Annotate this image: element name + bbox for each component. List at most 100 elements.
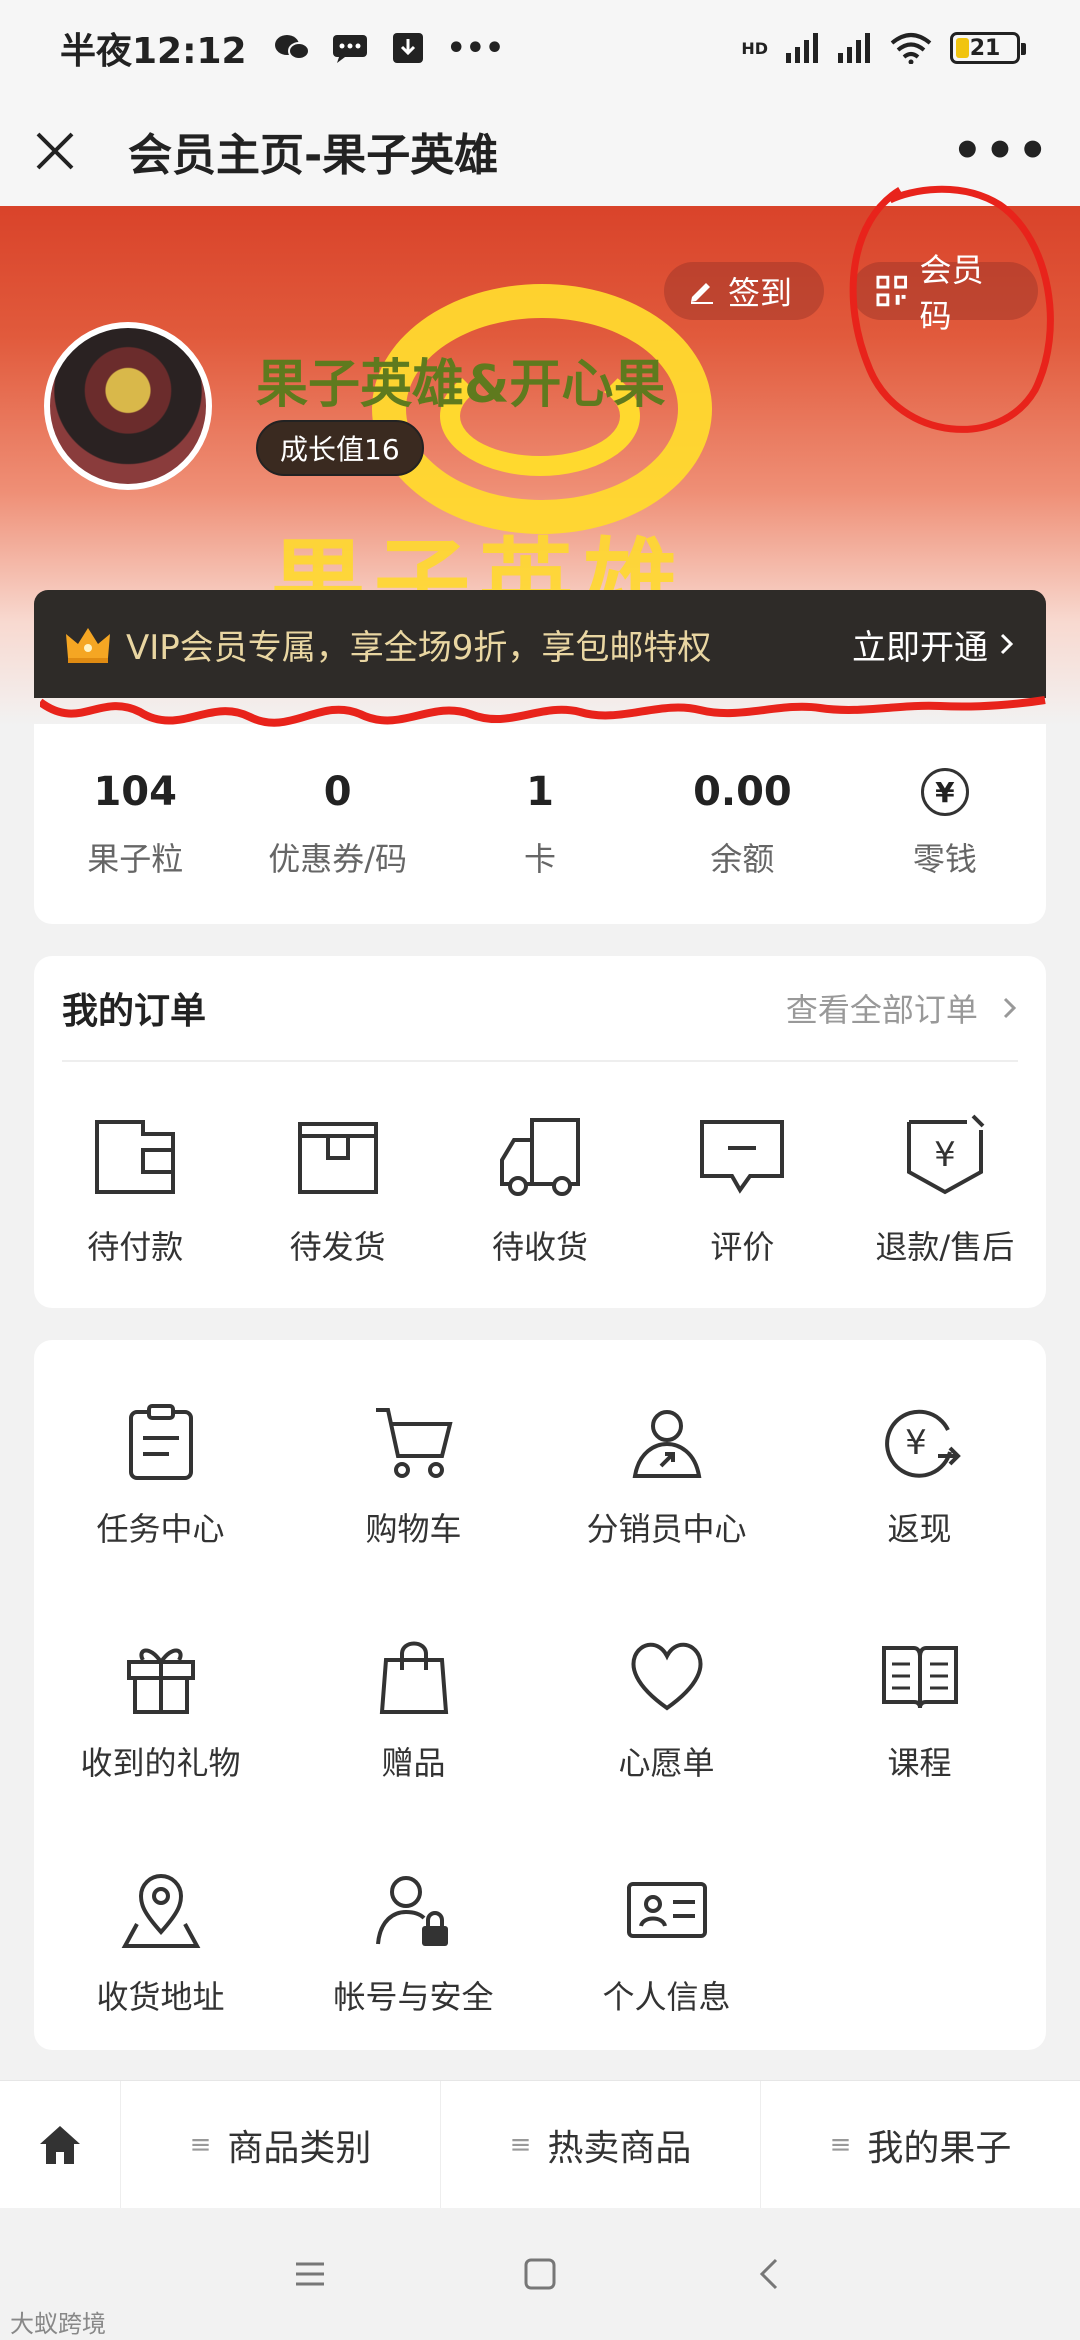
view-all-orders-label: 查看全部订单 bbox=[785, 991, 978, 1029]
nav-label: 商品类别 bbox=[227, 2127, 372, 2169]
close-icon[interactable] bbox=[30, 126, 80, 176]
home-button[interactable] bbox=[0, 2081, 120, 2208]
stat-label: 零钱 bbox=[912, 840, 977, 878]
service-task-center[interactable]: 任务中心 bbox=[34, 1400, 287, 1634]
chevron-right-icon bbox=[1000, 633, 1014, 655]
nav-label: 我的果子 bbox=[867, 2127, 1012, 2169]
stat-value: 0 bbox=[323, 769, 352, 815]
service-label: 课程 bbox=[887, 1744, 952, 1782]
stat-item[interactable]: 0.00 余额 bbox=[641, 724, 843, 924]
svg-text:¥: ¥ bbox=[905, 1423, 927, 1463]
vip-text: VIP会员专属，享全场9折，享包邮特权 bbox=[126, 627, 712, 668]
back-icon[interactable] bbox=[750, 2254, 790, 2294]
nav-product-categories[interactable]: ≡ 商品类别 bbox=[120, 2081, 440, 2208]
nav-hot-products[interactable]: ≡ 热卖商品 bbox=[440, 2081, 760, 2208]
service-shipping-address[interactable]: 收货地址 bbox=[34, 1868, 287, 2102]
service-label: 分销员中心 bbox=[586, 1510, 747, 1548]
service-account-security[interactable]: 帐号与安全 bbox=[287, 1868, 540, 2102]
service-label: 赠品 bbox=[381, 1744, 446, 1782]
view-all-orders-link[interactable]: 查看全部订单 bbox=[786, 985, 1018, 1031]
stat-label: 余额 bbox=[710, 840, 775, 878]
home-icon bbox=[40, 2125, 80, 2164]
stat-value: 1 bbox=[526, 769, 554, 815]
more-options-button[interactable]: ••• bbox=[952, 123, 1050, 179]
cart-icon bbox=[375, 1408, 453, 1478]
vip-open-label: 立即开通 bbox=[852, 627, 988, 668]
book-icon bbox=[881, 1646, 958, 1709]
bottom-nav: ≡ 商品类别 ≡ 热卖商品 ≡ 我的果子 bbox=[0, 2080, 1080, 2208]
member-stats: 104 果子粒 0 优惠券/码 1 卡 0.00 余额 ¥ 零钱 bbox=[34, 724, 1046, 924]
annotation-underline bbox=[40, 696, 1046, 727]
watermark: 大蚁跨境 bbox=[10, 2310, 106, 2338]
service-label: 帐号与安全 bbox=[333, 1978, 494, 2016]
order-status-label: 评价 bbox=[710, 1228, 775, 1266]
pencil-icon bbox=[691, 283, 713, 304]
order-status-review[interactable]: 评价 bbox=[641, 1110, 843, 1268]
wifi-icon bbox=[890, 33, 932, 64]
service-distributor-center[interactable]: 分销员中心 bbox=[540, 1400, 793, 1634]
stat-value: 0.00 bbox=[693, 769, 792, 815]
service-giveaways[interactable]: 赠品 bbox=[287, 1634, 540, 1868]
distributor-icon bbox=[632, 1410, 701, 1478]
orders-header: 我的订单 查看全部订单 bbox=[62, 956, 1018, 1062]
comment-icon bbox=[700, 1120, 785, 1194]
service-cashback[interactable]: ¥ 返现 bbox=[793, 1400, 1046, 1634]
status-bar: 半夜12:12 ••• HD 21 bbox=[0, 0, 1080, 96]
checkin-button[interactable]: 签到 bbox=[664, 262, 824, 320]
order-status-pending-payment[interactable]: 待付款 bbox=[34, 1110, 236, 1268]
stat-item[interactable]: 1 卡 bbox=[439, 724, 641, 924]
growth-value-badge[interactable]: 成长值16 bbox=[256, 420, 424, 476]
battery-level: 21 bbox=[969, 35, 1001, 61]
service-received-gifts[interactable]: 收到的礼物 bbox=[34, 1634, 287, 1868]
service-label: 返现 bbox=[887, 1510, 952, 1548]
gift-icon bbox=[126, 1648, 195, 1714]
system-nav-bar bbox=[0, 2208, 1080, 2340]
stat-item[interactable]: 0 优惠券/码 bbox=[236, 724, 438, 924]
service-label: 收货地址 bbox=[96, 1978, 225, 2016]
yen-circle-icon: ¥ bbox=[920, 768, 969, 816]
service-label: 心愿单 bbox=[618, 1744, 715, 1782]
service-wishlist[interactable]: 心愿单 bbox=[540, 1634, 793, 1868]
service-label: 购物车 bbox=[365, 1510, 462, 1548]
chevron-right-icon bbox=[1003, 997, 1017, 1019]
battery-icon: 21 bbox=[950, 32, 1026, 64]
service-label: 任务中心 bbox=[96, 1510, 225, 1548]
home-square-icon[interactable] bbox=[520, 2254, 560, 2294]
svg-text:¥: ¥ bbox=[934, 1135, 956, 1175]
service-personal-info[interactable]: 个人信息 bbox=[540, 1868, 793, 2102]
bag-icon bbox=[379, 1641, 448, 1714]
menu-icon: ≡ bbox=[189, 2129, 212, 2160]
signal-icon bbox=[786, 33, 818, 63]
menu-icon: ≡ bbox=[509, 2129, 532, 2160]
service-cart[interactable]: 购物车 bbox=[287, 1400, 540, 1634]
refund-icon: ¥ bbox=[906, 1114, 985, 1195]
order-status-refund[interactable]: ¥ 退款/售后 bbox=[844, 1110, 1046, 1268]
more-notifications-icon: ••• bbox=[446, 30, 505, 66]
stat-item[interactable]: ¥ 零钱 bbox=[844, 724, 1046, 924]
order-status-label: 待收货 bbox=[492, 1228, 589, 1266]
stat-item[interactable]: 104 果子粒 bbox=[34, 724, 236, 924]
orders-title: 我的订单 bbox=[62, 991, 207, 1032]
order-status-pending-shipment[interactable]: 待发货 bbox=[236, 1110, 438, 1268]
status-time: 半夜12:12 bbox=[60, 31, 247, 72]
order-status-label: 待付款 bbox=[87, 1228, 184, 1266]
stat-label: 优惠券/码 bbox=[268, 840, 407, 878]
wechat-icon bbox=[274, 35, 310, 60]
service-courses[interactable]: 课程 bbox=[793, 1634, 1046, 1868]
vip-open-button[interactable]: 立即开通 bbox=[852, 620, 1016, 669]
nav-my-guozi[interactable]: ≡ 我的果子 bbox=[760, 2081, 1080, 2208]
menu-icon[interactable] bbox=[290, 2254, 330, 2294]
avatar[interactable] bbox=[44, 322, 212, 490]
services-card: 任务中心 购物车 分销员中心 ¥ 返现 收到的礼物 赠品 心愿单 课程 收货地址… bbox=[34, 1340, 1046, 2050]
service-label: 个人信息 bbox=[602, 1978, 731, 2016]
menu-icon: ≡ bbox=[829, 2129, 852, 2160]
user-lock-icon bbox=[375, 1876, 448, 1946]
stat-label: 卡 bbox=[524, 840, 557, 878]
page-title: 会员主页-果子英雄 bbox=[128, 130, 499, 181]
cashback-icon: ¥ bbox=[884, 1409, 961, 1478]
network-type-label: HD bbox=[741, 38, 768, 58]
order-status-pending-receipt[interactable]: 待收货 bbox=[439, 1110, 641, 1268]
annotation-circle bbox=[849, 185, 1054, 433]
message-icon bbox=[332, 35, 367, 63]
service-label: 收到的礼物 bbox=[80, 1744, 241, 1782]
